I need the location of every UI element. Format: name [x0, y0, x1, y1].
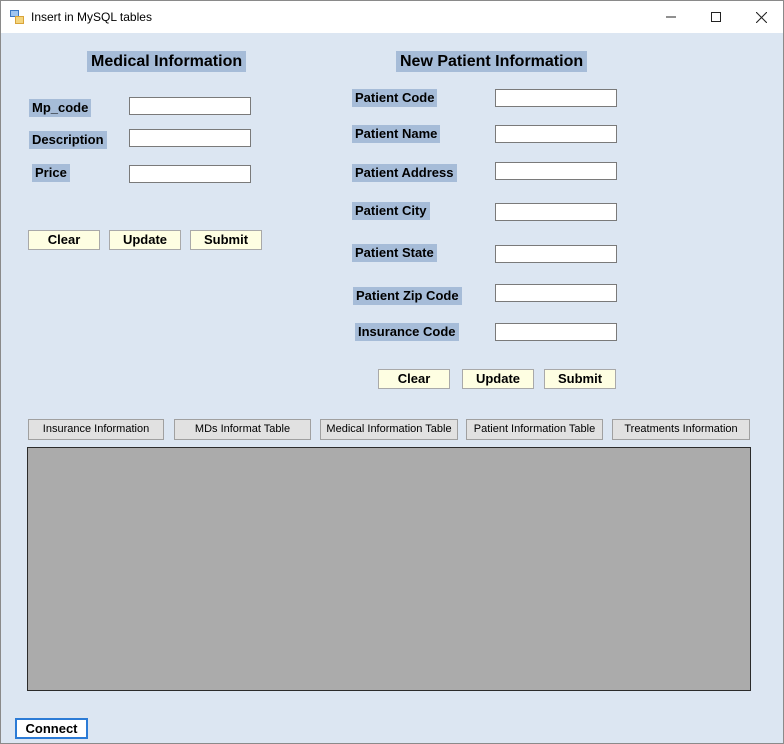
- mp-code-input[interactable]: [129, 97, 251, 115]
- patient-address-label: Patient Address: [352, 164, 457, 182]
- medical-info-header: Medical Information: [87, 51, 247, 72]
- close-button[interactable]: [738, 1, 783, 33]
- patient-zip-label: Patient Zip Code: [353, 287, 462, 305]
- patient-city-input[interactable]: [495, 203, 617, 221]
- patient-update-button[interactable]: Update: [462, 369, 534, 389]
- treatments-information-button[interactable]: Treatments Information: [612, 419, 750, 440]
- maximize-icon: [711, 12, 721, 22]
- patient-zip-input[interactable]: [495, 284, 617, 302]
- medical-information-table-button[interactable]: Medical Information Table: [320, 419, 458, 440]
- insurance-code-label: Insurance Code: [355, 323, 459, 341]
- minimize-icon: [666, 16, 676, 18]
- patient-state-label: Patient State: [352, 244, 437, 262]
- app-window: Insert in MySQL tables Medical Informati…: [0, 0, 784, 744]
- price-input[interactable]: [129, 165, 251, 183]
- description-input[interactable]: [129, 129, 251, 147]
- patient-info-header: New Patient Information: [396, 51, 588, 72]
- app-icon: [10, 10, 24, 24]
- minimize-button[interactable]: [648, 1, 694, 33]
- medical-update-button[interactable]: Update: [109, 230, 181, 250]
- patient-state-input[interactable]: [495, 245, 617, 263]
- mds-informat-table-button[interactable]: MDs Informat Table: [174, 419, 311, 440]
- description-label: Description: [29, 131, 107, 149]
- price-label: Price: [32, 164, 70, 182]
- data-grid[interactable]: [27, 447, 751, 691]
- patient-information-table-button[interactable]: Patient Information Table: [466, 419, 603, 440]
- window-title: Insert in MySQL tables: [31, 10, 152, 24]
- insurance-information-button[interactable]: Insurance Information: [28, 419, 164, 440]
- medical-submit-button[interactable]: Submit: [190, 230, 262, 250]
- close-icon: [755, 11, 767, 23]
- patient-city-label: Patient City: [352, 202, 430, 220]
- mp-code-label: Mp_code: [29, 99, 92, 117]
- connect-button[interactable]: Connect: [15, 718, 88, 739]
- maximize-button[interactable]: [693, 1, 739, 33]
- patient-code-label: Patient Code: [352, 89, 438, 107]
- patient-code-input[interactable]: [495, 89, 617, 107]
- title-bar[interactable]: Insert in MySQL tables: [1, 1, 783, 33]
- patient-address-input[interactable]: [495, 162, 617, 180]
- patient-name-input[interactable]: [495, 125, 617, 143]
- patient-clear-button[interactable]: Clear: [378, 369, 450, 389]
- medical-clear-button[interactable]: Clear: [28, 230, 100, 250]
- patient-name-label: Patient Name: [352, 125, 441, 143]
- insurance-code-input[interactable]: [495, 323, 617, 341]
- patient-submit-button[interactable]: Submit: [544, 369, 616, 389]
